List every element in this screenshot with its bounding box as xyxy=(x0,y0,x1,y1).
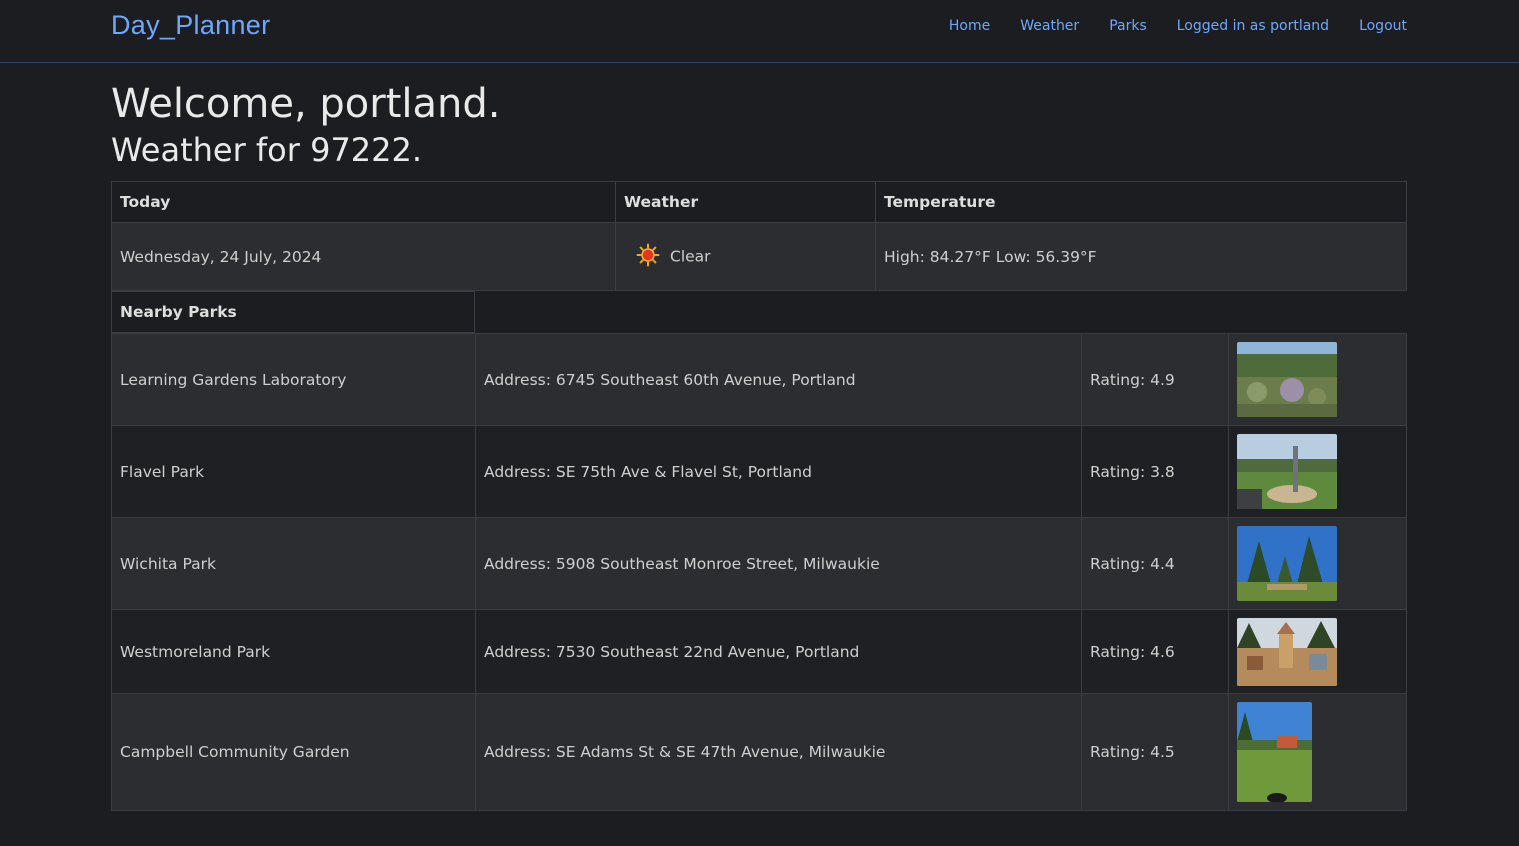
park-row: Wichita Park Address: 5908 Southeast Mon… xyxy=(111,517,1407,610)
park-rating: Rating: 4.6 xyxy=(1081,609,1229,694)
parks-table: Learning Gardens Laboratory Address: 674… xyxy=(111,333,1407,811)
sun-icon xyxy=(636,243,660,271)
today-header: Today xyxy=(111,181,616,223)
park-name: Campbell Community Garden xyxy=(111,693,476,811)
park-address: Address: 5908 Southeast Monroe Street, M… xyxy=(475,517,1082,610)
park-row: Learning Gardens Laboratory Address: 674… xyxy=(111,333,1407,426)
park-photo-cell xyxy=(1228,609,1407,694)
park-row: Campbell Community Garden Address: SE Ad… xyxy=(111,693,1407,811)
park-row: Flavel Park Address: SE 75th Ave & Flave… xyxy=(111,425,1407,518)
temperature-cell: High: 84.27°F Low: 56.39°F xyxy=(875,222,1407,291)
navbar: Day_Planner Home Weather Parks Logged in… xyxy=(0,0,1519,63)
park-photo[interactable] xyxy=(1237,526,1337,601)
park-name: Learning Gardens Laboratory xyxy=(111,333,476,426)
condition-cell: Clear xyxy=(615,222,876,291)
weather-header: Weather xyxy=(615,181,876,223)
park-name: Wichita Park xyxy=(111,517,476,610)
park-address: Address: SE 75th Ave & Flavel St, Portla… xyxy=(475,425,1082,518)
park-rating: Rating: 4.4 xyxy=(1081,517,1229,610)
park-name: Flavel Park xyxy=(111,425,476,518)
condition-label: Clear xyxy=(670,247,711,265)
park-photo-cell xyxy=(1228,693,1407,811)
park-rating: Rating: 4.9 xyxy=(1081,333,1229,426)
weather-table: Today Weather Temperature Wednesday, 24 … xyxy=(111,181,1407,291)
welcome-heading: Welcome, portland. xyxy=(111,81,501,127)
park-address: Address: 6745 Southeast 60th Avenue, Por… xyxy=(475,333,1082,426)
park-photo-cell xyxy=(1228,333,1407,426)
temperature-header: Temperature xyxy=(875,181,1407,223)
park-photo[interactable] xyxy=(1237,617,1337,686)
main-content: Welcome, portland. Weather for 97222. To… xyxy=(111,80,1407,811)
park-address: Address: SE Adams St & SE 47th Avenue, M… xyxy=(475,693,1082,811)
park-address: Address: 7530 Southeast 22nd Avenue, Por… xyxy=(475,609,1082,694)
weather-header-row: Today Weather Temperature xyxy=(111,181,1407,223)
park-row: Westmoreland Park Address: 7530 Southeas… xyxy=(111,609,1407,694)
nav-parks-link[interactable]: Parks xyxy=(1109,18,1147,34)
park-photo-cell xyxy=(1228,425,1407,518)
park-photo[interactable] xyxy=(1237,702,1312,802)
park-rating: Rating: 3.8 xyxy=(1081,425,1229,518)
park-rating: Rating: 4.5 xyxy=(1081,693,1229,811)
park-photo[interactable] xyxy=(1237,434,1337,509)
park-photo[interactable] xyxy=(1237,342,1337,417)
brand-link[interactable]: Day_Planner xyxy=(111,10,270,41)
date-cell: Wednesday, 24 July, 2024 xyxy=(111,222,616,291)
nearby-parks-header: Nearby Parks xyxy=(111,291,475,333)
nav-weather-link[interactable]: Weather xyxy=(1020,18,1079,34)
weather-heading: Weather for 97222. xyxy=(111,131,423,169)
nav-logout-link[interactable]: Logout xyxy=(1359,18,1407,34)
nav-user-link[interactable]: Logged in as portland xyxy=(1177,18,1329,34)
weather-row: Wednesday, 24 July, 2024 Clear High: 84.… xyxy=(111,222,1407,291)
park-name: Westmoreland Park xyxy=(111,609,476,694)
parks-heading-table: Nearby Parks xyxy=(111,291,475,333)
park-photo-cell xyxy=(1228,517,1407,610)
nav-home-link[interactable]: Home xyxy=(949,18,990,34)
nav-links: Home Weather Parks Logged in as portland… xyxy=(949,18,1407,34)
